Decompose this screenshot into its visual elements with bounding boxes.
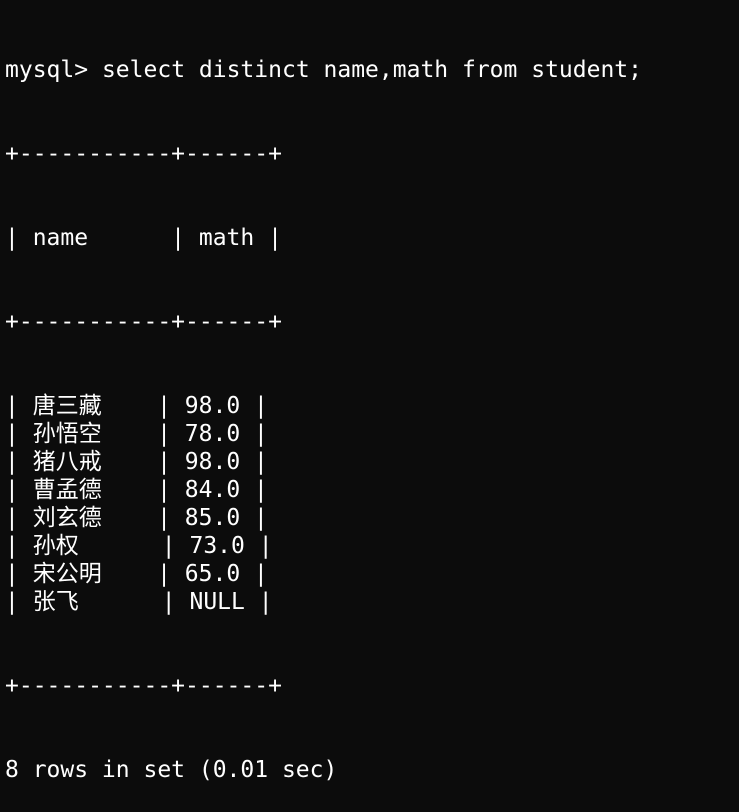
command-line: mysql> select distinct name,math from st…	[5, 56, 739, 84]
cell-separator: |	[101, 477, 185, 503]
table-row: | 唐三藏 | 98.0 |	[5, 392, 739, 420]
name-cell: 孙悟空	[32, 421, 102, 447]
cell-separator: |	[101, 449, 185, 475]
math-cell: 85.0	[184, 505, 241, 531]
table-border-mid: +-----------+------+	[5, 309, 282, 335]
table-row: | 孙权 | 73.0 |	[5, 532, 739, 560]
prompt: mysql>	[5, 57, 89, 83]
cell-separator: |	[240, 477, 268, 503]
name-cell: 曹孟德	[32, 477, 102, 503]
math-cell: NULL	[189, 589, 245, 615]
cell-separator: |	[5, 589, 33, 615]
terminal-window[interactable]: mysql> select distinct name,math from st…	[5, 0, 739, 783]
cell-separator: |	[78, 533, 190, 559]
cell-separator: |	[5, 561, 33, 587]
cell-separator: |	[5, 449, 33, 475]
name-cell: 刘玄德	[32, 505, 102, 531]
math-cell: 65.0	[184, 561, 241, 587]
math-cell: 84.0	[184, 477, 241, 503]
command-text: select distinct name,math from student;	[101, 57, 642, 83]
cell-separator: |	[5, 505, 33, 531]
math-cell: 98.0	[184, 449, 241, 475]
cell-separator: |	[244, 589, 273, 615]
table-row: | 孙悟空 | 78.0 |	[5, 420, 739, 448]
cell-separator: |	[244, 533, 273, 559]
table-row: | 刘玄德 | 85.0 |	[5, 504, 739, 532]
cell-separator: |	[240, 505, 268, 531]
table-border-top: +-----------+------+	[5, 141, 282, 167]
name-cell: 孙权	[32, 533, 79, 559]
math-cell: 78.0	[184, 421, 241, 447]
cell-separator: |	[101, 393, 185, 419]
math-cell: 73.0	[189, 533, 245, 559]
table-row: | 曹孟德 | 84.0 |	[5, 476, 739, 504]
cell-separator: |	[5, 421, 33, 447]
cell-separator: |	[240, 449, 268, 475]
table-body: | 唐三藏 | 98.0 | | 孙悟空 | 78.0 | | 猪八戒 | 98.0…	[5, 392, 739, 616]
cell-separator: |	[240, 421, 268, 447]
math-cell: 98.0	[184, 393, 241, 419]
cell-separator: |	[101, 505, 185, 531]
table-header-row: | name | math |	[5, 225, 282, 251]
name-cell: 张飞	[32, 589, 79, 615]
result-summary: 8 rows in set (0.01 sec)	[5, 757, 338, 783]
cell-separator: |	[101, 421, 185, 447]
table-row: | 张飞 | NULL |	[5, 588, 739, 616]
table-border-bottom: +-----------+------+	[5, 673, 282, 699]
cell-separator: |	[5, 393, 33, 419]
table-row: | 宋公明 | 65.0 |	[5, 560, 739, 588]
cell-separator: |	[101, 561, 185, 587]
name-cell: 唐三藏	[32, 393, 102, 419]
cell-separator: |	[5, 533, 33, 559]
name-cell: 猪八戒	[32, 449, 102, 475]
cell-separator: |	[240, 561, 268, 587]
cell-separator: |	[78, 589, 190, 615]
cell-separator: |	[5, 477, 33, 503]
cell-separator: |	[240, 393, 268, 419]
table-row: | 猪八戒 | 98.0 |	[5, 448, 739, 476]
name-cell: 宋公明	[32, 561, 102, 587]
